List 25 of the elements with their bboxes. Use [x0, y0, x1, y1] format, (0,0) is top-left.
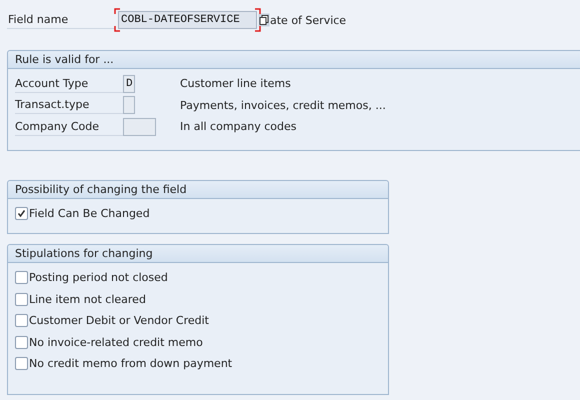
copy-icon[interactable] [258, 13, 270, 27]
group-title: Rule is valid for ... [8, 51, 580, 69]
field-description: ate of Service [270, 14, 346, 26]
input-field[interactable]: D [123, 74, 135, 93]
input-field[interactable] [123, 118, 156, 136]
group-title: Stipulations for changing [8, 245, 388, 263]
field-name-input[interactable]: COBL-DATEOFSERVICE [118, 11, 257, 29]
checkbox[interactable] [15, 336, 28, 349]
checkbox[interactable] [15, 271, 28, 284]
group-title: Possibility of changing the field [8, 180, 388, 198]
checkbox[interactable] [15, 292, 28, 306]
field-label: Field name [7, 11, 115, 29]
checkbox[interactable] [15, 357, 28, 370]
checkbox-label: No invoice-related credit memo [29, 336, 203, 349]
checkbox[interactable] [15, 206, 28, 220]
field-description: Payments, invoices, credit memos, ... [180, 98, 386, 112]
checkbox-label: Customer Debit or Vendor Credit [29, 314, 209, 328]
field-description: Customer line items [180, 77, 291, 90]
field-description: In all company codes [180, 120, 297, 134]
input-field[interactable] [123, 96, 135, 114]
checkbox-label: Line item not cleared [29, 292, 146, 306]
checkbox[interactable] [15, 314, 28, 328]
checkbox-label: Posting period not closed [29, 271, 168, 284]
checkbox-label: Field Can Be Changed [29, 206, 150, 220]
checkbox-label: No credit memo from down payment [29, 357, 232, 370]
